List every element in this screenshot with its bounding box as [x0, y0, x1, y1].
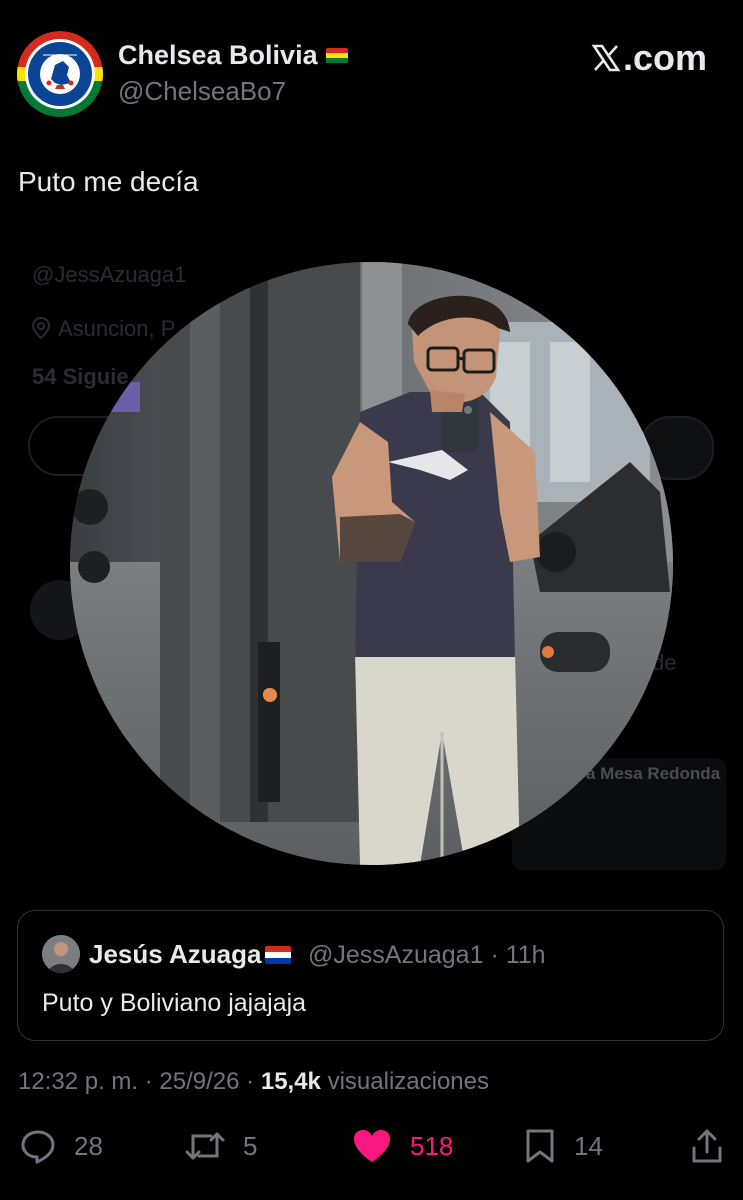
x-com-watermark: .com — [591, 37, 707, 79]
x-com-text: .com — [622, 37, 707, 78]
author-handle[interactable]: @ChelseaBo7 — [118, 76, 286, 107]
gym-selfie-photo — [70, 262, 673, 865]
quote-author-avatar[interactable] — [42, 935, 80, 973]
media-bg-location-text: Asuncion, P — [58, 316, 176, 341]
bookmark-count: 14 — [574, 1130, 603, 1161]
quote-handle-text: @JessAzuaga1 — [308, 941, 484, 969]
media-bg-location: Asuncion, P — [31, 316, 176, 342]
bookmark-icon — [526, 1129, 554, 1163]
views-count: 15,4k — [260, 1068, 321, 1095]
quote-time: · 11h — [490, 941, 546, 969]
media-bg-handle: @JessAzuaga1 — [32, 262, 187, 287]
reply-button[interactable]: 28 — [20, 1128, 103, 1164]
meta-separator: · — [144, 1068, 153, 1095]
chelsea-fc-crest-icon — [17, 31, 103, 117]
repost-button[interactable]: 5 — [185, 1128, 257, 1164]
tweet-text: Puto me decía — [18, 166, 199, 197]
reply-count: 28 — [74, 1130, 103, 1161]
author-name[interactable]: Chelsea Bolivia — [118, 40, 348, 71]
tweet-meta: 12:32 p. m. · 25/9/26 · 15,4k visualizac… — [18, 1068, 489, 1096]
bolivia-flag-icon — [325, 47, 348, 64]
tweet-media-image[interactable]: @JessAzuaga1 Asuncion, P 54 Siguie de a … — [0, 230, 743, 890]
repost-count: 5 — [243, 1130, 258, 1161]
bookmark-button[interactable]: 14 — [524, 1128, 603, 1164]
media-bg-community: a Mesa Redonda — [586, 764, 721, 783]
author-avatar[interactable] — [17, 31, 103, 117]
x-logo-icon — [591, 44, 621, 72]
share-icon — [692, 1129, 722, 1163]
heart-filled-icon — [354, 1130, 390, 1162]
reply-icon — [21, 1130, 55, 1164]
media-bg-following: 54 Siguie — [32, 364, 129, 389]
meta-separator: · — [246, 1068, 255, 1095]
views-label: visualizaciones — [327, 1068, 489, 1095]
quote-author-name-text: Jesús Azuaga — [89, 939, 262, 969]
location-pin-icon — [31, 316, 51, 340]
quoted-tweet-card[interactable]: Jesús Azuaga @JessAzuaga1 · 11h Puto y B… — [17, 910, 724, 1041]
user-photo-icon — [42, 935, 80, 973]
share-button[interactable] — [690, 1128, 724, 1164]
author-name-text: Chelsea Bolivia — [118, 40, 318, 70]
repost-icon — [185, 1132, 225, 1160]
tweet-time[interactable]: 12:32 p. m. — [18, 1068, 138, 1095]
quote-author-name[interactable]: Jesús Azuaga — [89, 939, 292, 970]
gym-selfie-illustration — [70, 262, 673, 865]
like-count: 518 — [410, 1130, 454, 1161]
like-button[interactable]: 518 — [352, 1128, 453, 1164]
tweet-date[interactable]: 25/9/26 — [159, 1068, 239, 1095]
paraguay-flag-icon — [265, 945, 292, 964]
quote-text: Puto y Boliviano jajajaja — [42, 989, 307, 1017]
quote-author-handle: @JessAzuaga1 · 11h — [308, 941, 546, 970]
